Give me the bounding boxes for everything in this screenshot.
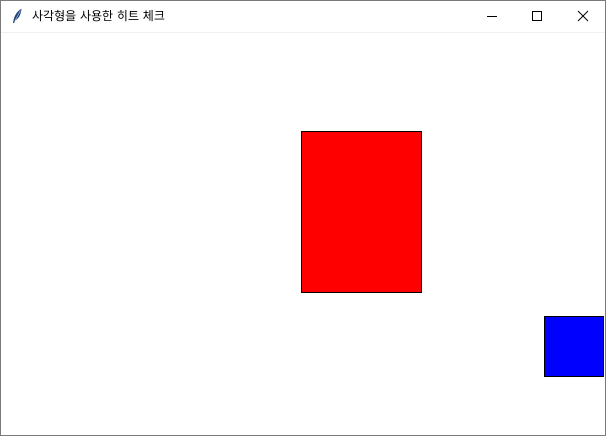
red-rectangle[interactable]: [301, 131, 422, 293]
drawing-canvas[interactable]: [1, 33, 605, 435]
window-title: 사각형을 사용한 히트 체크: [32, 9, 165, 23]
minimize-button[interactable]: [469, 1, 514, 31]
feather-icon: [10, 8, 24, 24]
minimize-icon: [486, 7, 498, 26]
blue-rectangle[interactable]: [544, 316, 604, 377]
title-bar[interactable]: 사각형을 사용한 히트 체크: [1, 1, 605, 33]
app-window: 사각형을 사용한 히트 체크: [0, 0, 606, 436]
close-button[interactable]: [560, 1, 605, 31]
maximize-button[interactable]: [514, 1, 559, 31]
close-icon: [577, 7, 589, 26]
maximize-icon: [531, 7, 543, 26]
